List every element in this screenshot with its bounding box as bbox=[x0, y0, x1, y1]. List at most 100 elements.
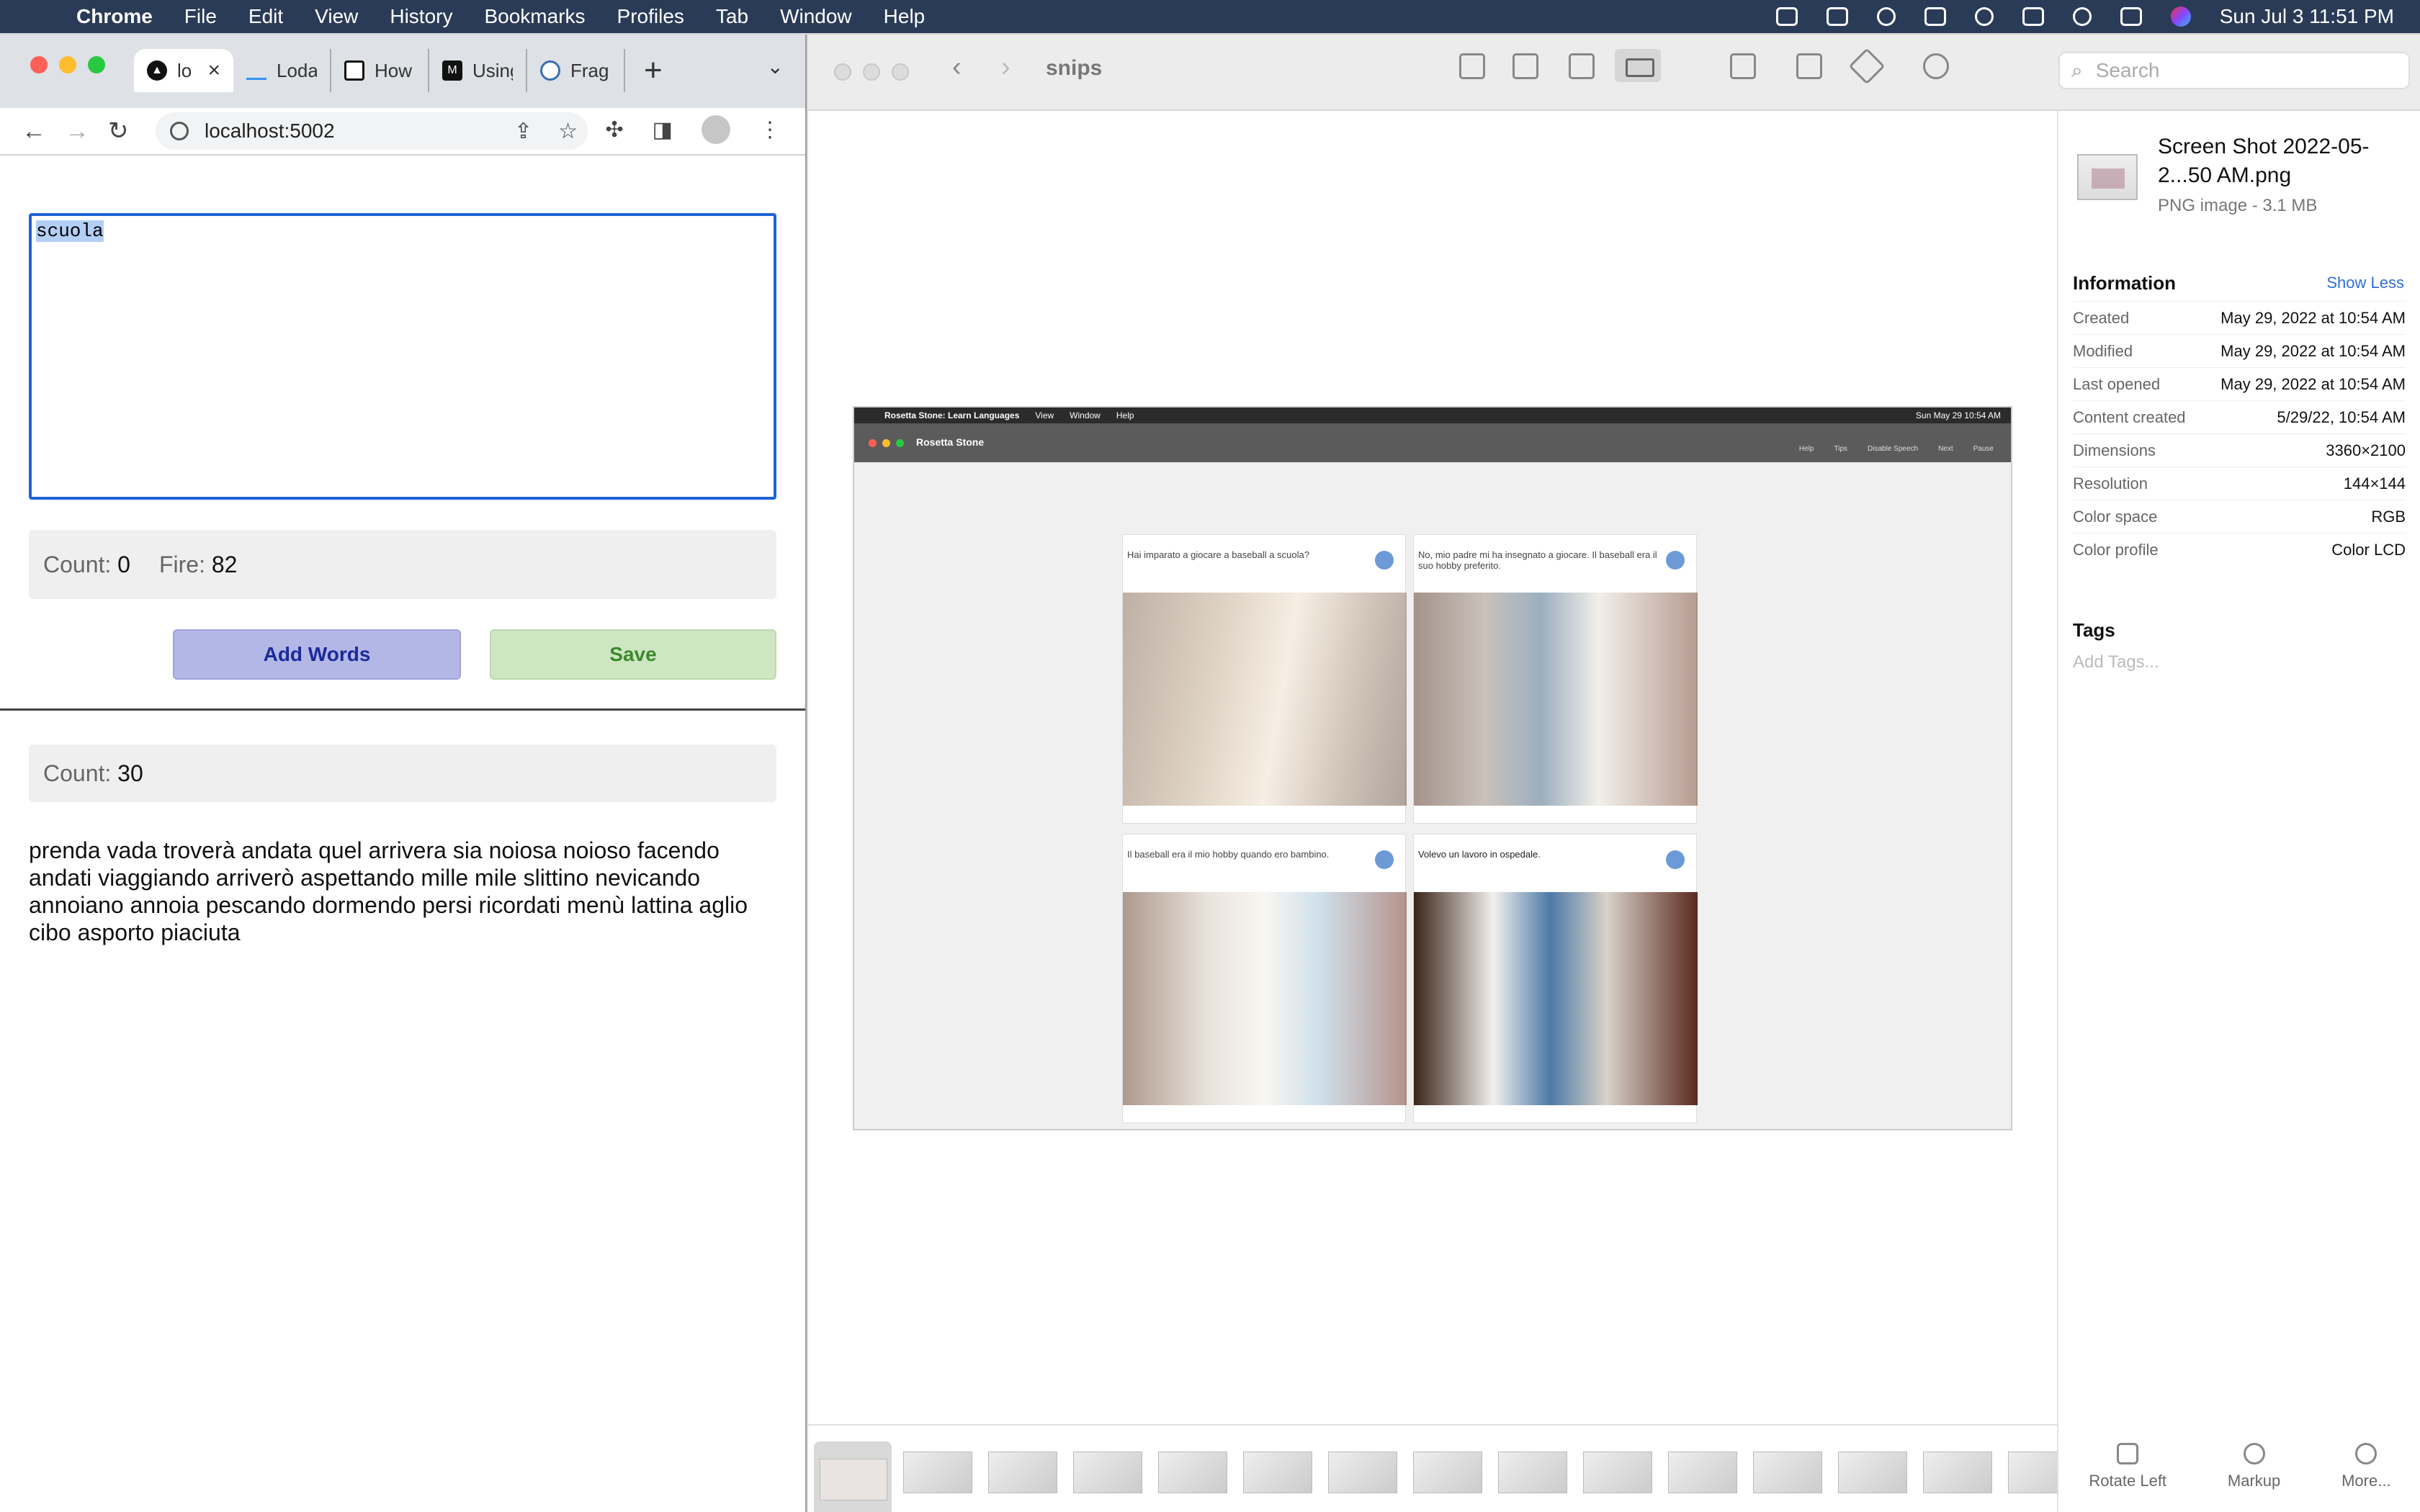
thumbnail[interactable] bbox=[1158, 1452, 1227, 1493]
info-row-dimensions: Dimensions 3360×2100 bbox=[2073, 433, 2406, 467]
thumbnail-selected[interactable] bbox=[814, 1441, 892, 1512]
bookmark-star-icon[interactable]: ☆ bbox=[558, 119, 578, 144]
menu-app-name[interactable]: Chrome bbox=[76, 5, 153, 28]
minimize-window-button[interactable] bbox=[59, 56, 76, 73]
menu-view[interactable]: View bbox=[315, 5, 358, 28]
search-icon: ⌕ bbox=[2071, 58, 2083, 81]
side-panel-icon[interactable]: ◨ bbox=[653, 117, 673, 143]
share-icon[interactable]: ⇪ bbox=[514, 119, 532, 144]
lesson-card: Volevo un lavoro in ospedale. bbox=[1413, 834, 1698, 1123]
tab-using[interactable]: M Using bbox=[429, 49, 527, 92]
markup-button[interactable]: Markup bbox=[2228, 1443, 2280, 1490]
menubar-clock[interactable]: Sun Jul 3 11:51 PM bbox=[2220, 5, 2394, 28]
preview-menu-item: Window bbox=[1070, 410, 1101, 420]
reload-icon[interactable]: ↻ bbox=[108, 117, 130, 145]
tag-icon[interactable] bbox=[1848, 48, 1886, 85]
control-center-icon[interactable] bbox=[2120, 7, 2142, 26]
tags-heading: Tags bbox=[2073, 619, 2115, 641]
close-window-button[interactable] bbox=[30, 56, 48, 73]
list-view-icon[interactable] bbox=[1512, 53, 1538, 79]
info-value: May 29, 2022 at 10:54 AM bbox=[2220, 374, 2406, 393]
window-controls bbox=[30, 56, 105, 73]
gallery-view-icon[interactable] bbox=[1615, 49, 1661, 82]
lesson-photo bbox=[1414, 593, 1698, 806]
thumbnail[interactable] bbox=[1923, 1452, 1992, 1493]
url-text[interactable]: localhost:5002 bbox=[205, 120, 335, 143]
finder-toolbar: ‹ › snips ⌕ Search bbox=[808, 35, 2420, 111]
menu-help[interactable]: Help bbox=[884, 5, 926, 28]
layers-icon[interactable] bbox=[1775, 7, 1798, 26]
words-textarea[interactable]: scuola bbox=[29, 213, 776, 500]
share-icon[interactable] bbox=[1796, 53, 1822, 79]
thumbnail[interactable] bbox=[1583, 1452, 1652, 1493]
stats-panel: Count: 0 Fire: 82 bbox=[29, 530, 776, 599]
folder-title: snips bbox=[1046, 56, 1103, 80]
tab-frag[interactable]: Frag bbox=[527, 49, 625, 92]
rotate-left-button[interactable]: Rotate Left bbox=[2089, 1443, 2166, 1490]
thumbnail[interactable] bbox=[1668, 1452, 1737, 1493]
file-kind: PNG image - 3.1 MB bbox=[2158, 196, 2318, 215]
menu-profiles[interactable]: Profiles bbox=[617, 5, 684, 28]
file-name: Screen Shot 2022-05-2...50 AM.png bbox=[2158, 135, 2370, 187]
zoom-window-button[interactable] bbox=[88, 56, 105, 73]
forward-arrow-icon[interactable]: → bbox=[65, 117, 89, 145]
menu-history[interactable]: History bbox=[390, 5, 452, 28]
address-bar[interactable]: localhost:5002 ⇪ ☆ bbox=[156, 112, 588, 150]
thumbnail[interactable] bbox=[1073, 1452, 1142, 1493]
group-by-icon[interactable] bbox=[1730, 53, 1756, 79]
tab-title: Frag bbox=[570, 59, 609, 81]
thumbnail[interactable] bbox=[1413, 1452, 1482, 1493]
add-words-button[interactable]: Add Words bbox=[173, 629, 461, 680]
back-arrow-icon[interactable]: ← bbox=[22, 117, 46, 145]
more-actions-icon[interactable] bbox=[1923, 53, 1949, 79]
menu-edit[interactable]: Edit bbox=[248, 5, 283, 28]
battery-icon[interactable] bbox=[2022, 7, 2044, 26]
column-view-icon[interactable] bbox=[1569, 53, 1595, 79]
play-icon[interactable] bbox=[1974, 7, 1994, 26]
chrome-menu-icon[interactable]: ⋮ bbox=[759, 117, 781, 143]
thumbnail[interactable] bbox=[1498, 1452, 1567, 1493]
menu-tab[interactable]: Tab bbox=[716, 5, 748, 28]
new-tab-button[interactable]: + bbox=[644, 53, 663, 89]
glasses-icon[interactable] bbox=[1826, 7, 1848, 26]
save-button[interactable]: Save bbox=[490, 629, 776, 680]
zoom-window-button[interactable] bbox=[892, 63, 909, 81]
search-field[interactable]: ⌕ Search bbox=[2058, 52, 2410, 89]
bed-icon[interactable] bbox=[1924, 7, 1946, 26]
chrome-toolbar: ← → ↻ localhost:5002 ⇪ ☆ ✣ ◨ ⋮ bbox=[0, 108, 805, 156]
tab-how[interactable]: How bbox=[331, 49, 429, 92]
show-less-link[interactable]: Show Less bbox=[2326, 274, 2404, 292]
menu-window[interactable]: Window bbox=[780, 5, 852, 28]
markup-icon bbox=[2243, 1443, 2265, 1464]
thumbnail[interactable] bbox=[903, 1452, 972, 1493]
more-button[interactable]: More... bbox=[2341, 1443, 2391, 1490]
add-tags-input[interactable]: Add Tags... bbox=[2073, 652, 2159, 672]
tab-active[interactable]: ▲ lo × bbox=[134, 49, 233, 92]
headphones-icon[interactable] bbox=[1876, 7, 1896, 26]
thumbnail[interactable] bbox=[1243, 1452, 1312, 1493]
textarea-value: scuola bbox=[36, 220, 104, 242]
extensions-puzzle-icon[interactable]: ✣ bbox=[606, 117, 624, 143]
tab-lodash[interactable]: Loda bbox=[233, 49, 331, 92]
site-info-icon[interactable] bbox=[170, 122, 189, 140]
spotlight-search-icon[interactable] bbox=[2072, 7, 2092, 26]
close-tab-icon[interactable]: × bbox=[207, 58, 220, 83]
icon-view-icon[interactable] bbox=[1459, 53, 1485, 79]
menu-file[interactable]: File bbox=[184, 5, 217, 28]
back-chevron-icon[interactable]: ‹ bbox=[952, 52, 962, 83]
menu-bookmarks[interactable]: Bookmarks bbox=[484, 5, 585, 28]
thumbnail[interactable] bbox=[2008, 1452, 2057, 1493]
thumbnail[interactable] bbox=[988, 1452, 1057, 1493]
minimize-window-button[interactable] bbox=[863, 63, 880, 81]
play-audio-icon bbox=[1666, 850, 1685, 869]
thumbnail[interactable] bbox=[1838, 1452, 1907, 1493]
forward-chevron-icon[interactable]: › bbox=[1001, 52, 1010, 83]
thumbnail[interactable] bbox=[1753, 1452, 1822, 1493]
close-window-button[interactable] bbox=[834, 63, 851, 81]
screenshot-preview[interactable]: Rosetta Stone: Learn Languages View Wind… bbox=[853, 406, 2012, 1130]
tab-search-chevron-icon[interactable]: ⌄ bbox=[767, 55, 784, 78]
siri-icon[interactable] bbox=[2170, 6, 2191, 27]
thumbnail[interactable] bbox=[1328, 1452, 1397, 1493]
preview-action: Disable Speech bbox=[1868, 445, 1919, 453]
profile-avatar[interactable] bbox=[702, 115, 730, 144]
